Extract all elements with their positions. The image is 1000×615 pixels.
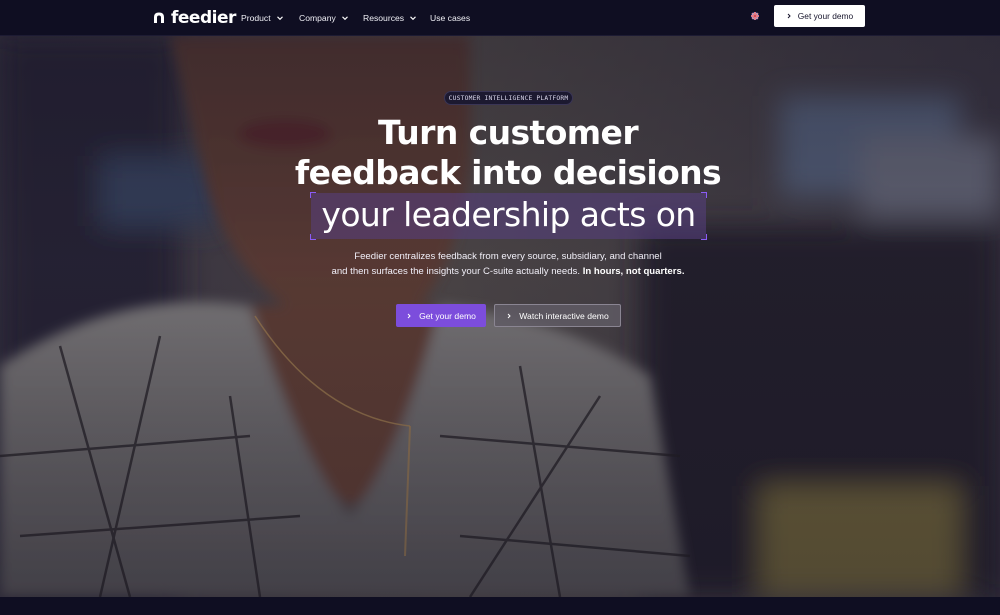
chevron-right-icon (507, 313, 511, 318)
chevron-right-icon (787, 13, 791, 19)
watch-demo-button[interactable]: Watch interactive demo (494, 304, 621, 327)
nav-get-demo-button[interactable]: Get your demo (774, 5, 865, 27)
brand-logo[interactable]: feedier (152, 8, 236, 28)
nav-product-label: Product (241, 13, 271, 23)
nav-resources[interactable]: Resources (363, 11, 417, 25)
headline-accent-line: your leadership acts on (321, 195, 696, 234)
chevron-down-icon (276, 16, 283, 21)
top-navbar: feedier Product Company Resources Use ca… (0, 0, 1000, 36)
headline-line-1: Turn customer (377, 113, 639, 152)
hero-headline: Turn customer feedback into decisions (250, 113, 766, 193)
page-bottom-strip (0, 597, 1000, 615)
subtext-line-2: and then surfaces the insights your C-su… (331, 266, 581, 277)
subtext-emphasis: In hours, not quarters. (582, 266, 685, 277)
chevron-right-icon (407, 313, 411, 318)
feedier-logo-icon (154, 12, 164, 23)
nav-use-cases[interactable]: Use cases (430, 11, 470, 25)
nav-resources-label: Resources (363, 13, 405, 23)
nav-product[interactable]: Product (241, 11, 284, 25)
watch-demo-label: Watch interactive demo (519, 310, 609, 321)
nav-use-cases-label: Use cases (430, 13, 471, 23)
uk-flag-icon[interactable] (751, 12, 759, 20)
get-demo-button[interactable]: Get your demo (396, 304, 486, 327)
chevron-down-icon (341, 16, 348, 21)
subtext-line-1: Feedier centralizes feedback from every … (354, 251, 662, 262)
nav-get-demo-label: Get your demo (797, 11, 854, 21)
headline-line-2: feedback into decisions (294, 153, 722, 192)
brand-name: feedier (171, 8, 236, 28)
chevron-down-icon (410, 16, 416, 21)
nav-company[interactable]: Company (299, 11, 349, 25)
nav-company-label: Company (299, 13, 336, 23)
get-demo-label: Get your demo (419, 310, 476, 321)
hero-section: CUSTOMER INTELLIGENCE PLATFORM Turn cust… (0, 36, 1000, 597)
hero-subtext: Feedier centralizes feedback from every … (300, 249, 716, 279)
category-badge: CUSTOMER INTELLIGENCE PLATFORM (444, 91, 573, 105)
